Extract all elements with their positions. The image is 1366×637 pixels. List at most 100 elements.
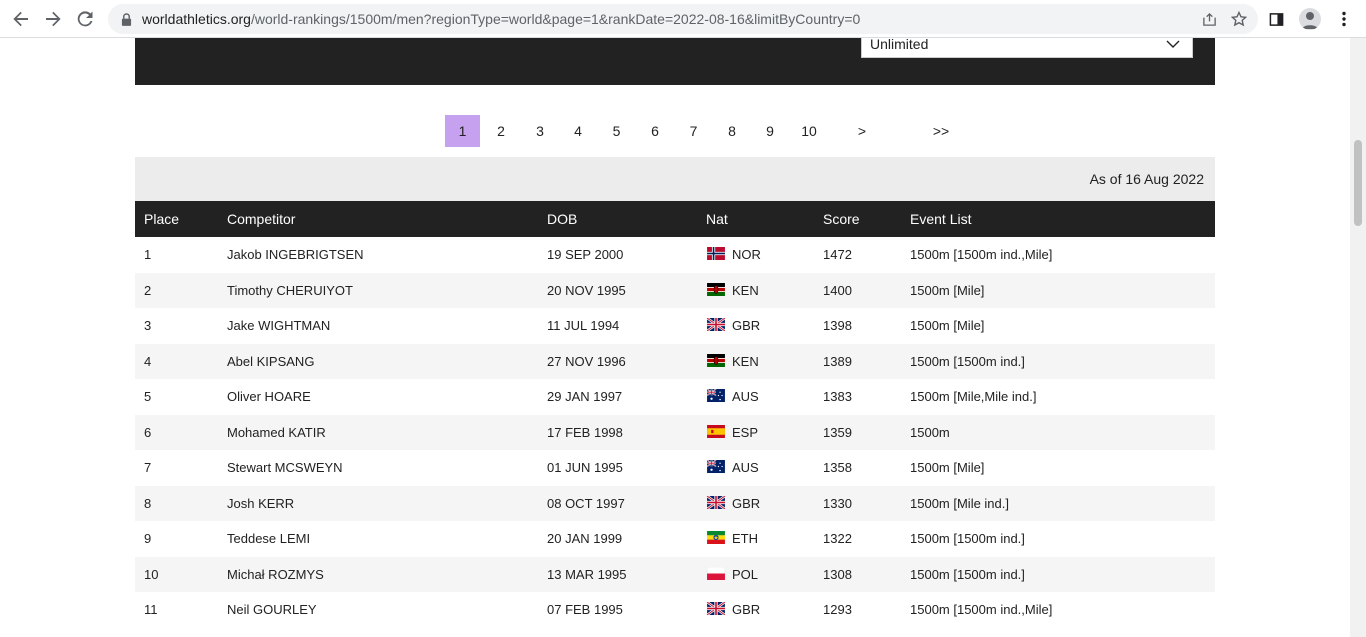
dob-cell: 08 OCT 1997 [547,495,625,511]
score-cell: 1293 [823,602,852,618]
place-cell: 6 [144,424,152,440]
flag-icon [706,566,726,580]
event-list-cell: 1500m [Mile] [910,318,985,334]
header-nat: Nat [706,211,728,227]
table-row: 9 Teddese LEMI 20 JAN 1999 ETH 1322 1500m [15… [135,521,1215,557]
page-link-3[interactable]: 3 [522,115,558,147]
nationality-code: ESP [732,424,759,440]
competitor-link[interactable]: Timothy CHERUIYOT [218,273,538,309]
competitor-link[interactable]: Stewart MCSWEYN [218,450,538,486]
table-row: 11 Neil GOURLEY 07 FEB 1995 GBR 1293 1500m [1… [135,592,1215,628]
score-cell: 1389 [823,353,852,369]
page-link-2[interactable]: 2 [480,115,522,147]
nationality-code: POL [732,566,759,582]
page-link-10[interactable]: 10 [788,115,830,147]
score-cell: 1383 [823,389,852,405]
event-list-cell: 1500m [Mile] [910,282,985,298]
event-list-cell: 1500m [1500m ind.] [910,353,1025,369]
place-cell: 8 [144,495,152,511]
header-competitor: Competitor [227,211,296,227]
table-row: 7 Stewart MCSWEYN 01 JUN 1995 AUS 1358 1500m … [135,450,1215,486]
table-row: 8 Josh KERR 08 OCT 1997 GBR 1330 1500m [Mile … [135,485,1215,522]
back-arrow-icon[interactable] [5,3,37,35]
nationality-code: KEN [732,353,759,369]
score-cell: 1359 [823,424,852,440]
score-cell: 1308 [823,566,852,582]
place-cell: 9 [144,531,152,547]
nationality-cell: NOR [697,237,814,273]
forward-arrow-icon[interactable] [37,3,69,35]
flag-icon [706,282,726,296]
table-row: 5 Oliver HOARE 29 JAN 1997 AUS 1383 1500m [Mi… [135,379,1215,415]
lock-icon [118,11,134,27]
dob-cell: 20 JAN 1999 [547,531,623,547]
competitor-link[interactable]: Michał ROZMYS [218,557,538,593]
page-link-5[interactable]: 5 [598,115,635,147]
address-bar[interactable]: worldathletics.org/world-rankings/1500m/… [108,4,1258,34]
dob-cell: 13 MAR 1995 [547,566,627,582]
dob-cell: 07 FEB 1995 [547,602,623,618]
table-row: 1 Jakob INGEBRIGTSEN 19 SEP 2000 NOR 1472 150… [135,237,1215,273]
pagination: 1 2 3 4 5 6 7 8 9 10 > >> [445,115,988,147]
place-cell: 5 [144,389,152,405]
dob-cell: 01 JUN 1995 [547,460,623,476]
flag-icon [706,389,726,403]
page-link-1[interactable]: 1 [445,115,480,147]
competitor-link[interactable]: Josh KERR [218,486,538,522]
dob-cell: 20 NOV 1995 [547,282,626,298]
table-row: 6 Mohamed KATIR 17 FEB 1998 ESP 1359 1500m [135,414,1215,451]
page-link-7[interactable]: 7 [675,115,712,147]
score-cell: 1472 [823,247,852,263]
competitor-link[interactable]: Teddese LEMI [218,521,538,557]
table-row: 3 Jake WIGHTMAN 11 JUL 1994 GBR 1398 1500m [M… [135,308,1215,344]
page-scrollbar[interactable] [1350,38,1366,637]
place-cell: 11 [144,602,158,618]
flag-icon [706,495,726,509]
share-icon[interactable] [1196,7,1222,31]
last-page-link[interactable]: >> [894,115,988,147]
rankings-table: As of 16 Aug 2022 Place Competitor DOB N… [135,157,1215,628]
page-content: Unlimited 1 2 3 4 5 6 7 8 9 10 > >> As o… [0,38,1350,637]
nationality-code: GBR [732,495,761,511]
score-cell: 1330 [823,495,852,511]
select-value: Unlimited [870,38,929,52]
flag-icon [706,602,726,616]
event-list-cell: 1500m [1500m ind.,Mile] [910,247,1053,263]
event-list-cell: 1500m [1500m ind.,Mile] [910,602,1053,618]
place-cell: 2 [144,282,152,298]
dob-cell: 27 NOV 1996 [547,353,626,369]
competitor-link[interactable]: Mohamed KATIR [218,415,538,451]
page-link-8[interactable]: 8 [712,115,752,147]
page-link-9[interactable]: 9 [752,115,788,147]
event-list-cell: 1500m [Mile ind.] [910,495,1009,511]
competitor-link[interactable]: Oliver HOARE [218,379,538,415]
bookmark-star-icon[interactable] [1226,7,1252,31]
competitor-link[interactable]: Jake WIGHTMAN [218,308,538,344]
place-cell: 1 [144,247,152,263]
competitor-link[interactable]: Jakob INGEBRIGTSEN [218,237,538,273]
chevron-down-icon [1166,38,1180,52]
score-cell: 1398 [823,318,852,334]
profile-avatar-icon[interactable] [1296,4,1324,34]
nationality-code: GBR [732,318,761,334]
next-page-link[interactable]: > [830,115,894,147]
competitor-link[interactable]: Neil GOURLEY [218,592,538,628]
table-row: 2 Timothy CHERUIYOT 20 NOV 1995 KEN 1400 1500… [135,272,1215,309]
side-panel-icon[interactable] [1262,4,1290,34]
event-list-cell: 1500m [Mile,Mile ind.] [910,389,1037,405]
place-cell: 10 [144,566,159,582]
limit-by-country-select[interactable]: Unlimited [861,38,1193,58]
menu-kebab-icon[interactable] [1330,4,1358,34]
competitor-link[interactable]: Abel KIPSANG [218,344,538,380]
nationality-cell: GBR [697,308,814,344]
nationality-cell: AUS [697,379,814,415]
page-link-6[interactable]: 6 [635,115,675,147]
nationality-code: NOR [732,247,761,263]
page-link-4[interactable]: 4 [558,115,598,147]
dob-cell: 17 FEB 1998 [547,424,623,440]
reload-icon[interactable] [69,3,101,35]
scrollbar-thumb[interactable] [1354,140,1362,226]
nationality-code: ETH [732,531,758,547]
dob-cell: 11 JUL 1994 [547,318,620,334]
nationality-cell: KEN [697,344,814,380]
